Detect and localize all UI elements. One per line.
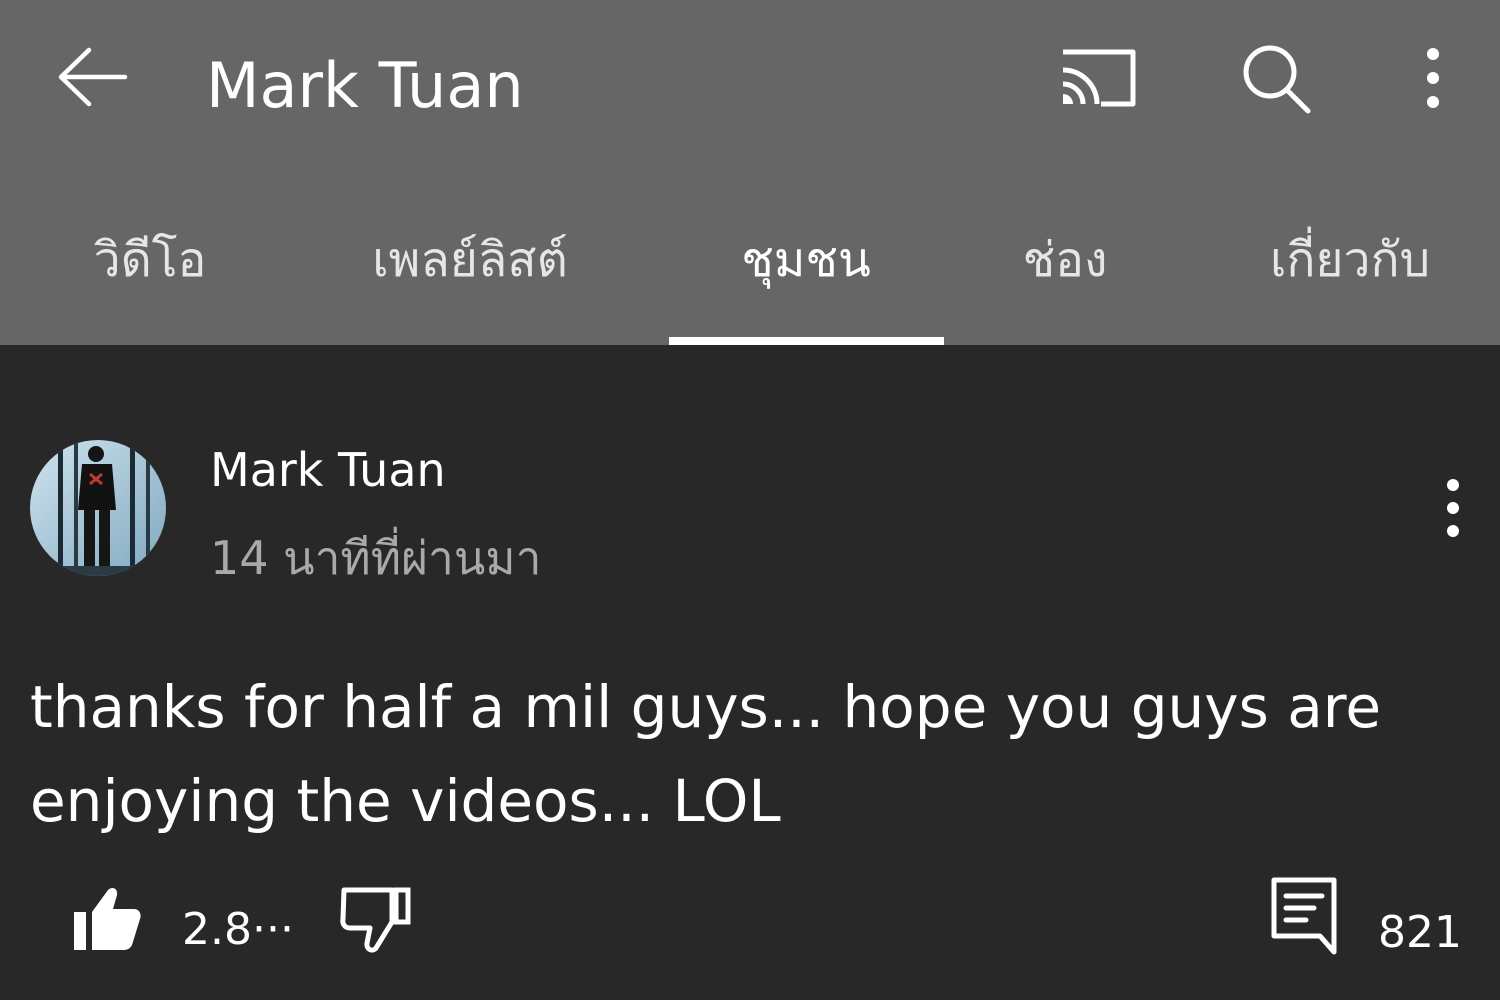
channel-tabs: วิดีโอ เพลย์ลิสต์ ชุมชน ช่อง เกี่ยวกับ	[0, 195, 1500, 345]
more-options-button[interactable]	[1410, 42, 1456, 114]
post-author[interactable]: Mark Tuan	[210, 440, 446, 500]
thumbs-up-filled-icon	[74, 887, 141, 950]
like-button[interactable]	[70, 882, 144, 956]
tab-community[interactable]: ชุมชน	[741, 225, 871, 295]
search-button[interactable]	[1238, 42, 1314, 114]
comment-button[interactable]	[1270, 876, 1340, 956]
thumbs-down-outline-icon	[340, 887, 411, 953]
tab-videos[interactable]: วิดีโอ	[94, 225, 207, 295]
tab-channels[interactable]: ช่อง	[1023, 225, 1108, 295]
post-text: thanks for half a mil guys... hope you g…	[30, 673, 1382, 835]
comment-count: 821	[1378, 907, 1462, 958]
post-menu-button[interactable]	[1430, 475, 1476, 545]
more-vertical-icon	[1447, 479, 1459, 537]
cast-button[interactable]	[1055, 42, 1141, 112]
search-icon	[1243, 45, 1311, 114]
channel-title: Mark Tuan	[206, 49, 524, 122]
tab-about[interactable]: เกี่ยวกับ	[1270, 225, 1430, 295]
more-vertical-icon	[1427, 48, 1439, 108]
tab-playlists[interactable]: เพลย์ลิสต์	[372, 225, 567, 295]
cast-icon	[1062, 49, 1136, 107]
like-count: 2.8···	[182, 904, 294, 955]
active-tab-indicator	[669, 337, 944, 345]
app-bar: Mark Tuan วิดีโอ เพลย์ลิสต์ ชุมชน ช่อง เ…	[0, 0, 1500, 345]
post-timestamp: 14 นาทีที่ผ่านมา	[210, 531, 542, 585]
avatar[interactable]	[30, 440, 166, 576]
comment-icon	[1271, 877, 1337, 955]
arrow-left-icon	[58, 47, 128, 107]
dislike-button[interactable]	[338, 882, 414, 956]
back-button[interactable]	[55, 42, 131, 112]
avatar-image	[30, 440, 166, 576]
